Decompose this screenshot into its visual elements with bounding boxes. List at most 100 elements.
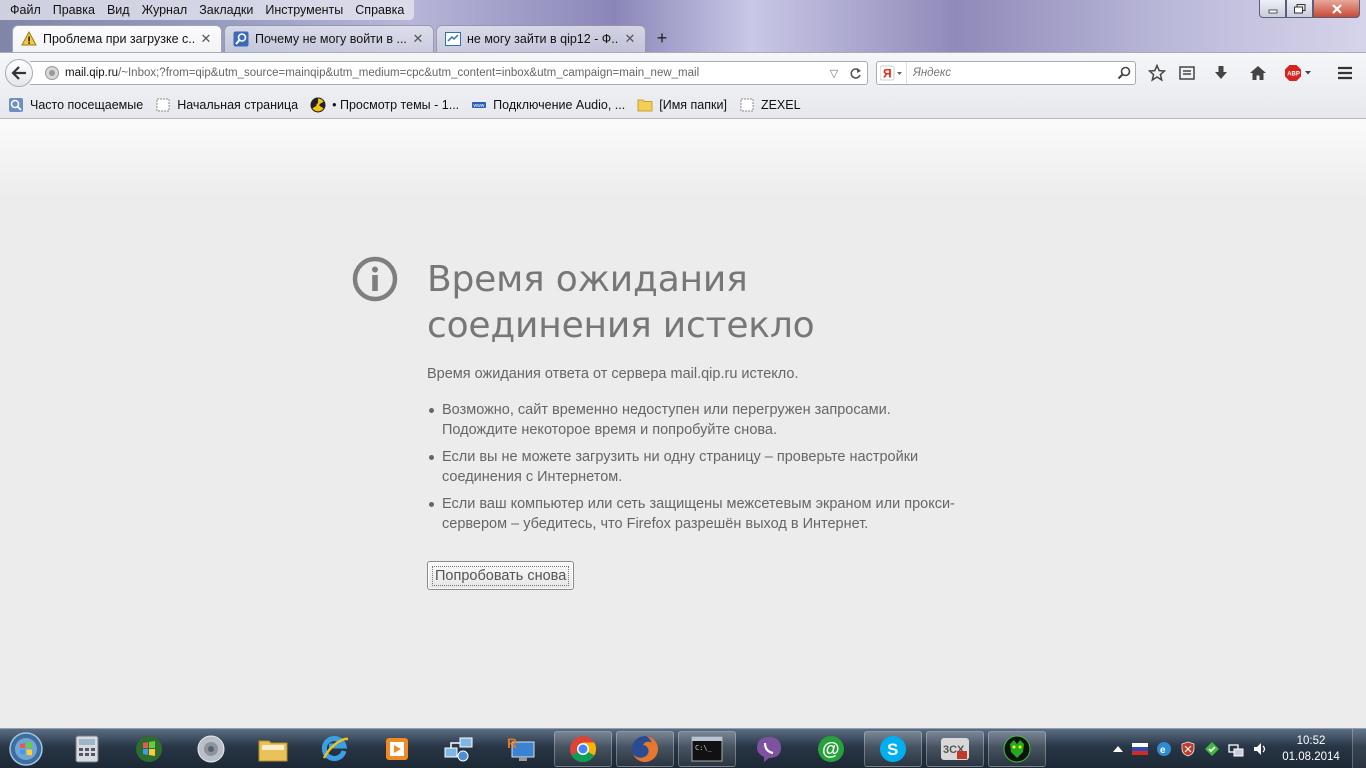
minimize-icon	[1268, 9, 1277, 13]
search-input[interactable]	[907, 67, 1113, 79]
tab-forum-page[interactable]: не могу зайти в qip12 - Ф... ✕	[436, 25, 646, 52]
taskbar-app-chrome[interactable]	[554, 731, 612, 767]
panther-app-icon	[1003, 735, 1031, 763]
clock[interactable]: 10:52 01.08.2014	[1276, 733, 1346, 765]
bookmark-folder[interactable]: [Имя папки]	[633, 94, 731, 116]
close-window-button[interactable]	[1313, 0, 1360, 18]
tab-search-page[interactable]: Почему не могу войти в ... ✕	[224, 25, 434, 52]
error-suggestions: Возможно, сайт временно недоступен или п…	[427, 400, 967, 541]
menu-bookmarks[interactable]: Закладки	[193, 0, 259, 20]
search-icon[interactable]	[1113, 62, 1135, 84]
taskbar-app-3cx-phone[interactable]: 3CX	[926, 731, 984, 767]
tab-close-icon[interactable]: ✕	[623, 31, 637, 47]
volume-icon[interactable]	[1252, 741, 1268, 757]
e-app-tray-icon[interactable]: e	[1156, 741, 1172, 757]
try-again-label: Попробовать снова	[432, 565, 570, 586]
window-titlebar: Файл Правка Вид Журнал Закладки Инструме…	[0, 0, 1366, 52]
bookmarks-menu-icon[interactable]	[1176, 63, 1198, 83]
tab-close-icon[interactable]: ✕	[411, 31, 425, 47]
3cx-phone-icon: 3CX	[941, 738, 969, 760]
bookmark-audio-connection[interactable]: www Подключение Audio, ...	[467, 94, 629, 116]
error-title: Время ожидания соединения истекло	[427, 259, 815, 346]
tab-title: Проблема при загрузке с...	[43, 32, 195, 46]
hamburger-menu-icon[interactable]	[1334, 63, 1356, 83]
menu-tools[interactable]: Инструменты	[259, 0, 349, 20]
command-prompt-icon: C:\_	[691, 736, 723, 762]
globe-icon	[45, 66, 59, 80]
clock-time: 10:52	[1296, 735, 1326, 747]
clock-date: 01.08.2014	[1282, 751, 1340, 763]
menu-file[interactable]: Файл	[4, 0, 47, 20]
svg-text:ABP: ABP	[1287, 72, 1300, 78]
security-shield-icon[interactable]	[1180, 741, 1196, 757]
show-hidden-icons-arrow-icon[interactable]	[1110, 741, 1126, 757]
suggestion-item: Если вы не можете загрузить ни одну стра…	[427, 447, 967, 487]
menu-edit[interactable]: Правка	[47, 0, 101, 20]
taskbar-app-firefox[interactable]	[616, 731, 674, 767]
taskbar-app-remote-desktop[interactable]: R	[492, 731, 550, 767]
taskbar-app-command-prompt[interactable]: C:\_	[678, 731, 736, 767]
taskbar-app-internet-explorer[interactable]	[306, 731, 364, 767]
page-icon	[739, 97, 755, 113]
url-bar[interactable]: mail.qip.ru/~Inbox;?from=qip&utm_source=…	[30, 61, 868, 85]
yandex-icon[interactable]: Я	[877, 62, 907, 84]
downloads-icon[interactable]	[1210, 63, 1232, 83]
bookmark-home-page[interactable]: Начальная страница	[151, 94, 302, 116]
close-icon	[1331, 3, 1342, 14]
url-path: /~Inbox;?from=qip&utm_source=mainqip&utm…	[118, 67, 700, 79]
forum-page-icon	[445, 31, 461, 47]
bookmark-topic-view[interactable]: • Просмотр темы - 1...	[306, 94, 463, 116]
adblock-plus-icon[interactable]: ABP	[1284, 63, 1314, 83]
network-connection-icon[interactable]	[1228, 741, 1244, 757]
minimize-button[interactable]	[1259, 0, 1286, 18]
url-history-dropdown-icon[interactable]: ▽	[825, 64, 843, 82]
windows-orb-icon	[9, 732, 43, 766]
tab-title: Почему не могу войти в ...	[255, 32, 407, 46]
bookmark-zexel[interactable]: ZEXEL	[735, 94, 805, 116]
restore-icon	[1293, 3, 1305, 13]
svg-text:R: R	[507, 735, 517, 751]
internet-explorer-icon	[321, 736, 349, 761]
speaker-icon	[197, 735, 225, 763]
language-flag-icon[interactable]	[1132, 741, 1148, 757]
bookmark-star-icon[interactable]	[1146, 63, 1168, 83]
taskbar-app-network[interactable]	[430, 731, 488, 767]
taskbar-app-media-player[interactable]	[368, 731, 426, 767]
home-icon[interactable]	[1247, 63, 1269, 83]
back-button[interactable]	[5, 59, 33, 87]
taskbar-app-explorer[interactable]	[244, 731, 302, 767]
taskbar-app-skype[interactable]: S	[864, 731, 922, 767]
taskbar-app-panther[interactable]	[988, 731, 1046, 767]
try-again-button[interactable]: Попробовать снова	[427, 561, 575, 590]
taskbar-app-viber[interactable]	[740, 731, 798, 767]
bookmark-label: [Имя папки]	[659, 97, 727, 112]
error-description: Время ожидания ответа от сервера mail.qi…	[427, 366, 799, 382]
maximize-button[interactable]	[1286, 0, 1313, 18]
svg-text:C:\_: C:\_	[695, 744, 713, 752]
windows-media-center-icon	[136, 736, 162, 762]
tab-close-icon[interactable]: ✕	[199, 31, 213, 47]
bookmark-most-visited[interactable]: Часто посещаемые	[4, 94, 147, 116]
menu-view[interactable]: Вид	[101, 0, 136, 20]
new-tab-button[interactable]: +	[648, 25, 676, 52]
media-player-icon	[386, 738, 408, 760]
taskbar-app-volume[interactable]	[182, 731, 240, 767]
viber-icon	[757, 737, 781, 762]
menu-help[interactable]: Справка	[349, 0, 410, 20]
taskbar-app-mail-agent[interactable]: @	[802, 731, 860, 767]
search-bar[interactable]: Я	[876, 61, 1136, 85]
reload-icon[interactable]	[846, 64, 864, 82]
start-button[interactable]	[4, 731, 48, 767]
url-host: mail.qip.ru	[65, 67, 119, 79]
tab-load-error[interactable]: Проблема при загрузке с... ✕	[12, 25, 222, 52]
taskbar-app-calculator[interactable]	[58, 731, 116, 767]
tab-strip: Проблема при загрузке с... ✕ Почему не м…	[12, 24, 676, 52]
menu-history[interactable]: Журнал	[136, 0, 194, 20]
show-desktop-button[interactable]	[1352, 729, 1366, 768]
url-text[interactable]: mail.qip.ru/~Inbox;?from=qip&utm_source=…	[65, 67, 825, 79]
taskbar-app-media-center[interactable]	[120, 731, 178, 767]
navigation-toolbar: mail.qip.ru/~Inbox;?from=qip&utm_source=…	[0, 52, 1366, 91]
calculator-icon	[75, 735, 99, 763]
info-icon	[352, 256, 398, 302]
antivirus-icon[interactable]	[1204, 741, 1220, 757]
